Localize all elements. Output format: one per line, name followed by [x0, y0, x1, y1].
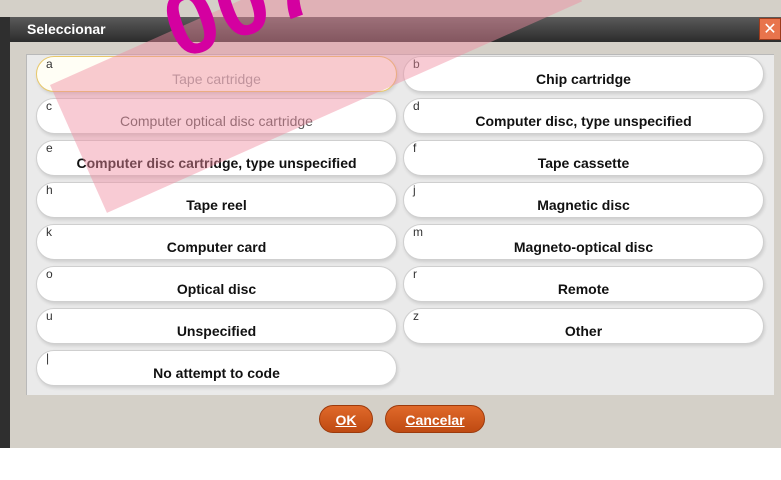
option-label: Tape cassette [537, 155, 630, 171]
option-no-attempt[interactable]: | No attempt to code [36, 350, 397, 386]
option-o[interactable]: o Optical disc [36, 266, 397, 302]
option-label: Magnetic disc [537, 197, 630, 213]
option-j[interactable]: j Magnetic disc [403, 182, 764, 218]
option-code: e [46, 141, 53, 155]
option-h[interactable]: h Tape reel [36, 182, 397, 218]
option-label: Magneto-optical disc [513, 239, 654, 255]
option-code: m [413, 225, 423, 239]
option-label: Tape reel [186, 197, 247, 213]
option-label: Optical disc [176, 281, 257, 297]
select-dialog: Seleccionar ✕ a Tape cartridge c Compute… [0, 0, 781, 448]
option-code: o [46, 267, 53, 281]
option-b[interactable]: b Chip cartridge [403, 56, 764, 92]
option-label: Computer disc, type unspecified [475, 113, 692, 129]
option-code: b [413, 57, 420, 71]
cancel-button-label: Cancelar [405, 412, 465, 428]
option-c[interactable]: c Computer optical disc cartridge [36, 98, 397, 134]
ok-button[interactable]: OK [319, 405, 373, 433]
option-code: h [46, 183, 53, 197]
option-label: Other [564, 323, 603, 339]
dialog-title: Seleccionar [27, 21, 106, 37]
option-code: u [46, 309, 53, 323]
option-e[interactable]: e Computer disc cartridge, type unspecif… [36, 140, 397, 176]
option-label: Computer optical disc cartridge [120, 113, 313, 129]
ok-button-label: OK [335, 412, 357, 428]
option-label: Unspecified [176, 323, 257, 339]
option-code: a [46, 57, 53, 71]
option-code: r [413, 267, 417, 281]
option-z[interactable]: z Other [403, 308, 764, 344]
option-code: k [46, 225, 52, 239]
option-code: f [413, 141, 417, 155]
option-code: d [413, 99, 420, 113]
option-code: c [46, 99, 52, 113]
option-d[interactable]: d Computer disc, type unspecified [403, 98, 764, 134]
close-icon[interactable]: ✕ [759, 18, 781, 40]
title-bar[interactable]: Seleccionar ✕ [10, 17, 781, 42]
option-a[interactable]: a Tape cartridge [36, 56, 397, 92]
option-label: Computer card [166, 239, 267, 255]
option-label: No attempt to code [153, 365, 280, 381]
option-code: z [413, 309, 419, 323]
cancel-button[interactable]: Cancelar [385, 405, 485, 433]
option-m[interactable]: m Magneto-optical disc [403, 224, 764, 260]
option-k[interactable]: k Computer card [36, 224, 397, 260]
option-label: Chip cartridge [536, 71, 631, 87]
option-code: | [46, 351, 50, 365]
option-label: Computer disc cartridge, type unspecifie… [76, 155, 357, 171]
option-u[interactable]: u Unspecified [36, 308, 397, 344]
window-left-border [0, 17, 10, 448]
option-f[interactable]: f Tape cassette [403, 140, 764, 176]
option-code: j [413, 183, 416, 197]
option-label: Remote [557, 281, 610, 297]
option-label: Tape cartridge [172, 71, 261, 87]
option-r[interactable]: r Remote [403, 266, 764, 302]
